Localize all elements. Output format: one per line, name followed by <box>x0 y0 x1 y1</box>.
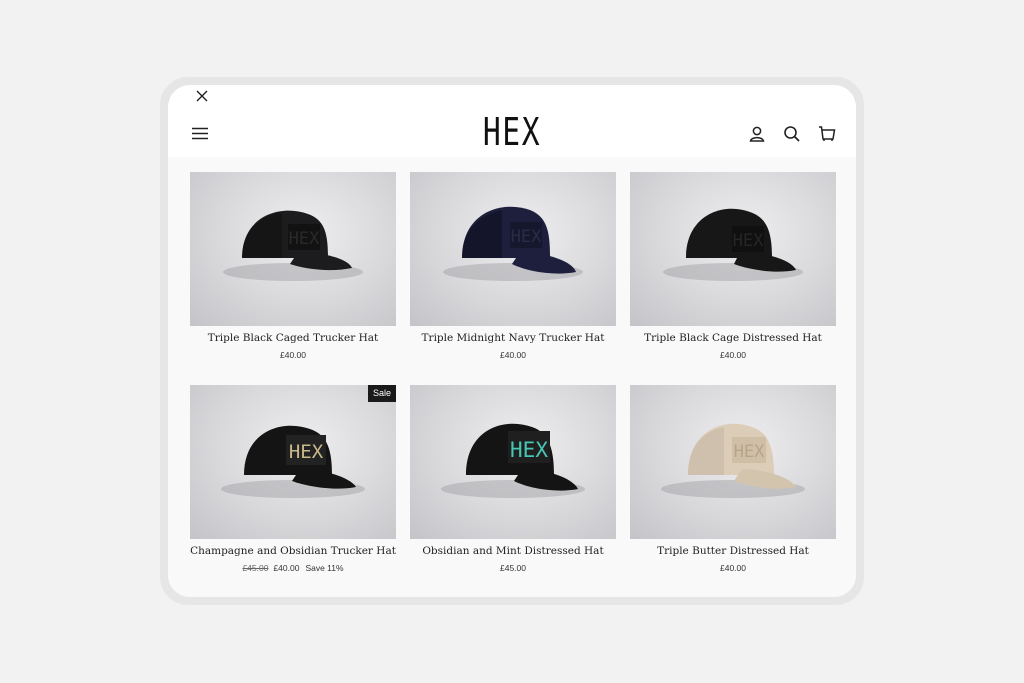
product-image[interactable]: HEX <box>410 385 616 539</box>
account-icon[interactable] <box>748 125 766 143</box>
product-image[interactable]: HEX Sale <box>190 385 396 539</box>
logo[interactable]: HEX <box>244 112 781 152</box>
price: £40.00 <box>280 350 306 360</box>
svg-text:HEX: HEX <box>733 231 764 251</box>
product-price: £40.00 <box>630 350 836 360</box>
price: £40.00 <box>720 350 746 360</box>
product-title[interactable]: Triple Black Cage Distressed Hat <box>630 332 836 344</box>
tablet-screen: HEX HEX Triple Black Caged Trucker Hat £… <box>168 85 856 597</box>
svg-text:HEX: HEX <box>289 441 324 463</box>
close-icon[interactable] <box>194 88 210 104</box>
compare-price: £45.00 <box>242 563 269 573</box>
product-image[interactable]: HEX <box>630 385 836 539</box>
product-title[interactable]: Triple Midnight Navy Trucker Hat <box>410 332 616 344</box>
product-price: £40.00 <box>410 350 616 360</box>
svg-text:HEX: HEX <box>289 229 320 249</box>
save-label: Save 11% <box>305 563 344 573</box>
menu-icon[interactable] <box>192 127 209 140</box>
product-grid: HEX Triple Black Caged Trucker Hat £40.0… <box>168 157 856 597</box>
product-title[interactable]: Triple Black Caged Trucker Hat <box>190 332 396 344</box>
product-price: £40.00 <box>630 563 836 573</box>
product-image[interactable]: HEX <box>190 172 396 326</box>
cart-icon[interactable] <box>818 125 836 143</box>
search-icon[interactable] <box>783 125 801 143</box>
site-header: HEX <box>168 109 856 157</box>
price: £40.00 <box>500 350 526 360</box>
product-price: £40.00 <box>190 350 396 360</box>
svg-text:HEX: HEX <box>511 227 542 247</box>
product-title[interactable]: Obsidian and Mint Distressed Hat <box>410 545 616 557</box>
product-price: £45.00 <box>410 563 616 573</box>
svg-text:HEX: HEX <box>510 438 548 462</box>
product-title[interactable]: Triple Butter Distressed Hat <box>630 545 836 557</box>
price: £40.00 <box>273 563 300 573</box>
product-title[interactable]: Champagne and Obsidian Trucker Hat <box>190 545 396 557</box>
sale-badge: Sale <box>367 385 396 402</box>
product-image[interactable]: HEX <box>410 172 616 326</box>
price: £40.00 <box>720 563 746 573</box>
svg-text:HEX: HEX <box>734 442 765 462</box>
product-price: £45.00 £40.00 Save 11% <box>190 563 396 573</box>
price: £45.00 <box>500 563 526 573</box>
product-image[interactable]: HEX <box>630 172 836 326</box>
